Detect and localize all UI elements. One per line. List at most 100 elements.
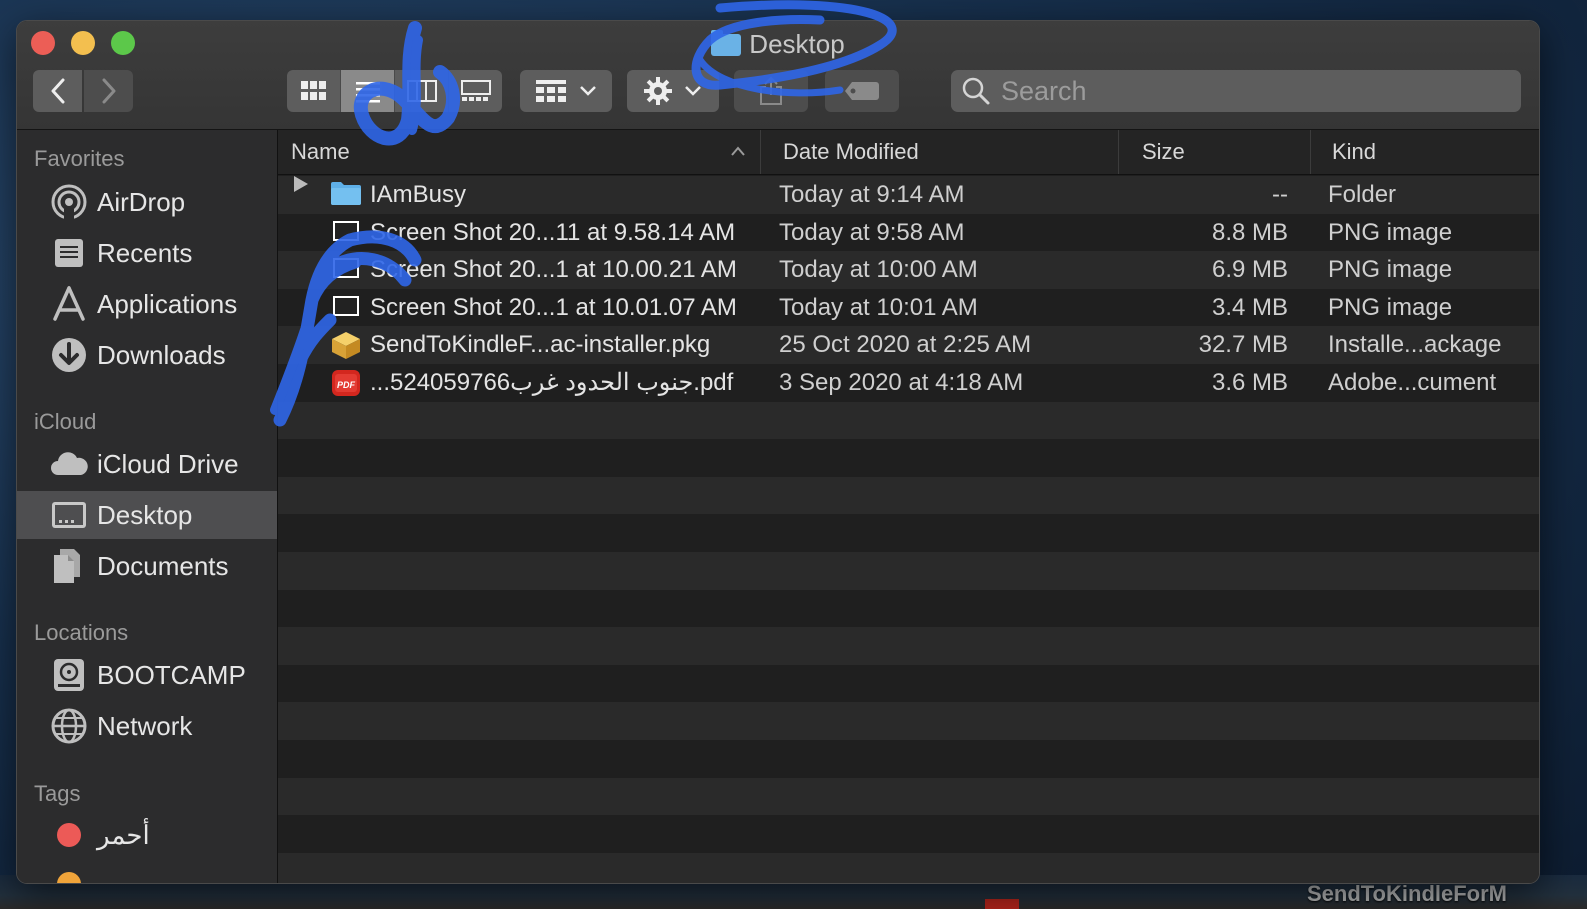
file-size: 3.6 MB xyxy=(1211,369,1288,396)
file-kind: Adobe...cument xyxy=(1328,369,1497,396)
chevron-down-icon xyxy=(580,86,596,96)
sidebar-item-bootcamp[interactable]: BOOTCAMP xyxy=(17,651,277,699)
file-name: ...524059766جنوب الحدود غرب.pdf xyxy=(370,369,734,396)
toolbar: Desktop xyxy=(17,21,1539,130)
file-row[interactable]: Screen Shot 20...1 at 10.01.07 AM Today a… xyxy=(278,288,1539,327)
column-header-date[interactable]: Date Modified xyxy=(783,130,919,174)
tag-button[interactable] xyxy=(825,70,899,112)
sidebar-item-label: iCloud Drive xyxy=(97,448,239,479)
group-icon xyxy=(536,80,566,102)
file-kind: Installe...ackage xyxy=(1328,331,1502,359)
tag-icon xyxy=(845,82,879,100)
file-date: 3 Sep 2020 at 4:18 AM xyxy=(779,369,1024,396)
file-row[interactable]: PDF ...524059766جنوب الحدود غرب.pdf 3 Sep … xyxy=(278,364,1539,402)
sidebar-item-label: Applications xyxy=(97,288,238,319)
file-row[interactable]: Screen Shot 20...1 at 10.00.21 AM Today a… xyxy=(278,251,1539,289)
list-view-button[interactable] xyxy=(341,70,395,112)
gallery-view-button[interactable] xyxy=(449,70,502,112)
gallery-view-icon xyxy=(460,80,491,101)
icon-view-icon xyxy=(300,81,326,100)
empty-row xyxy=(278,476,1539,515)
folder-icon xyxy=(330,180,362,218)
file-size: 6.9 MB xyxy=(1211,256,1288,284)
desktop-file-label[interactable]: SendToKindleForM xyxy=(1307,881,1507,907)
group-button[interactable] xyxy=(520,70,612,112)
column-header-size[interactable]: Size xyxy=(1142,130,1185,174)
column-view-button[interactable] xyxy=(395,70,449,112)
file-name: Screen Shot 20...1 at 10.00.21 AM xyxy=(370,256,737,284)
cloud-icon xyxy=(49,444,89,484)
png-file-icon xyxy=(330,255,362,293)
empty-row xyxy=(278,702,1539,740)
file-kind: Folder xyxy=(1328,181,1397,208)
sidebar: Favorites AirDrop Recents Applications D… xyxy=(17,130,278,883)
file-date: Today at 9:58 AM xyxy=(779,218,965,246)
sidebar-item-desktop[interactable]: Desktop xyxy=(17,491,277,539)
column-divider[interactable] xyxy=(1310,130,1311,174)
desktop-item-fragment xyxy=(985,899,1019,909)
window-title: Desktop xyxy=(17,29,1539,60)
tag-dot-icon[interactable] xyxy=(57,872,81,883)
applications-icon xyxy=(49,284,89,324)
column-view-icon xyxy=(406,80,437,102)
file-date: Today at 10:00 AM xyxy=(779,256,978,284)
sidebar-item-network[interactable]: Network xyxy=(17,702,277,750)
empty-row xyxy=(278,401,1539,440)
downloads-icon xyxy=(49,335,89,375)
network-icon xyxy=(49,706,89,746)
sidebar-item-airdrop[interactable]: AirDrop xyxy=(17,178,277,226)
action-button[interactable] xyxy=(627,70,719,112)
empty-row xyxy=(278,552,1539,590)
column-divider[interactable] xyxy=(760,130,761,174)
list-view-icon xyxy=(355,82,380,103)
file-row[interactable]: Screen Shot 20...11 at 9.58.14 AM Today a… xyxy=(278,213,1539,252)
search-input[interactable] xyxy=(999,74,1503,108)
sidebar-item-downloads[interactable]: Downloads xyxy=(17,331,277,379)
finder-window: Desktop Search Favorites AirDrop Recents… xyxy=(16,20,1540,884)
recents-icon xyxy=(49,233,89,273)
sidebar-item-applications[interactable]: Applications xyxy=(17,280,277,328)
sidebar-item-documents[interactable]: Documents xyxy=(17,542,277,590)
window-title-text: Desktop xyxy=(749,29,845,59)
search-field[interactable] xyxy=(951,70,1521,112)
file-date: Today at 9:14 AM xyxy=(779,181,965,208)
back-button[interactable] xyxy=(33,70,82,112)
sidebar-section-locations: Locations xyxy=(34,620,129,645)
view-mode-control xyxy=(287,70,502,112)
sidebar-item-label: Downloads xyxy=(97,339,226,370)
sidebar-section-tags: Tags xyxy=(34,781,81,806)
forward-button[interactable] xyxy=(84,70,133,112)
file-name: Screen Shot 20...11 at 9.58.14 AM xyxy=(370,218,736,246)
empty-row xyxy=(278,589,1539,628)
file-rows: IAmBusy Today at 9:14 AM -- Folder Screen Sh… xyxy=(278,176,1539,883)
file-row[interactable]: SendToKindleF...ac-installer.pkg 25 Oct 2… xyxy=(278,326,1539,364)
empty-row xyxy=(278,815,1539,853)
file-size: 32.7 MB xyxy=(1198,331,1288,359)
file-date: Today at 10:01 AM xyxy=(779,293,978,321)
empty-row xyxy=(278,627,1539,665)
back-icon xyxy=(51,78,64,104)
column-divider[interactable] xyxy=(1118,130,1119,174)
file-name: SendToKindleF...ac-installer.pkg xyxy=(370,331,711,359)
file-name: IAmBusy xyxy=(370,181,467,208)
empty-row xyxy=(278,740,1539,778)
sidebar-item-tag-red[interactable]: أحمر xyxy=(17,811,277,859)
file-row[interactable]: IAmBusy Today at 9:14 AM -- Folder xyxy=(278,176,1539,214)
documents-icon xyxy=(49,546,89,586)
gear-icon xyxy=(644,77,672,105)
chevron-down-icon xyxy=(685,86,701,96)
sidebar-item-recents[interactable]: Recents xyxy=(17,229,277,277)
sidebar-item-icloud-drive[interactable]: iCloud Drive xyxy=(17,440,277,488)
icon-view-button[interactable] xyxy=(287,70,341,112)
file-size: 3.4 MB xyxy=(1211,293,1288,321)
sidebar-item-label: Network xyxy=(97,710,193,741)
disclosure-triangle-icon[interactable] xyxy=(294,176,308,192)
column-header-row: Name Date Modified Size Kind xyxy=(278,130,1539,175)
empty-row xyxy=(278,852,1539,883)
column-header-kind[interactable]: Kind xyxy=(1332,130,1376,174)
sidebar-item-label: BOOTCAMP xyxy=(97,659,246,690)
column-header-name[interactable]: Name xyxy=(291,130,350,174)
share-button[interactable] xyxy=(734,70,808,112)
file-kind: PNG image xyxy=(1328,218,1453,246)
sidebar-item-label: Documents xyxy=(97,550,229,581)
